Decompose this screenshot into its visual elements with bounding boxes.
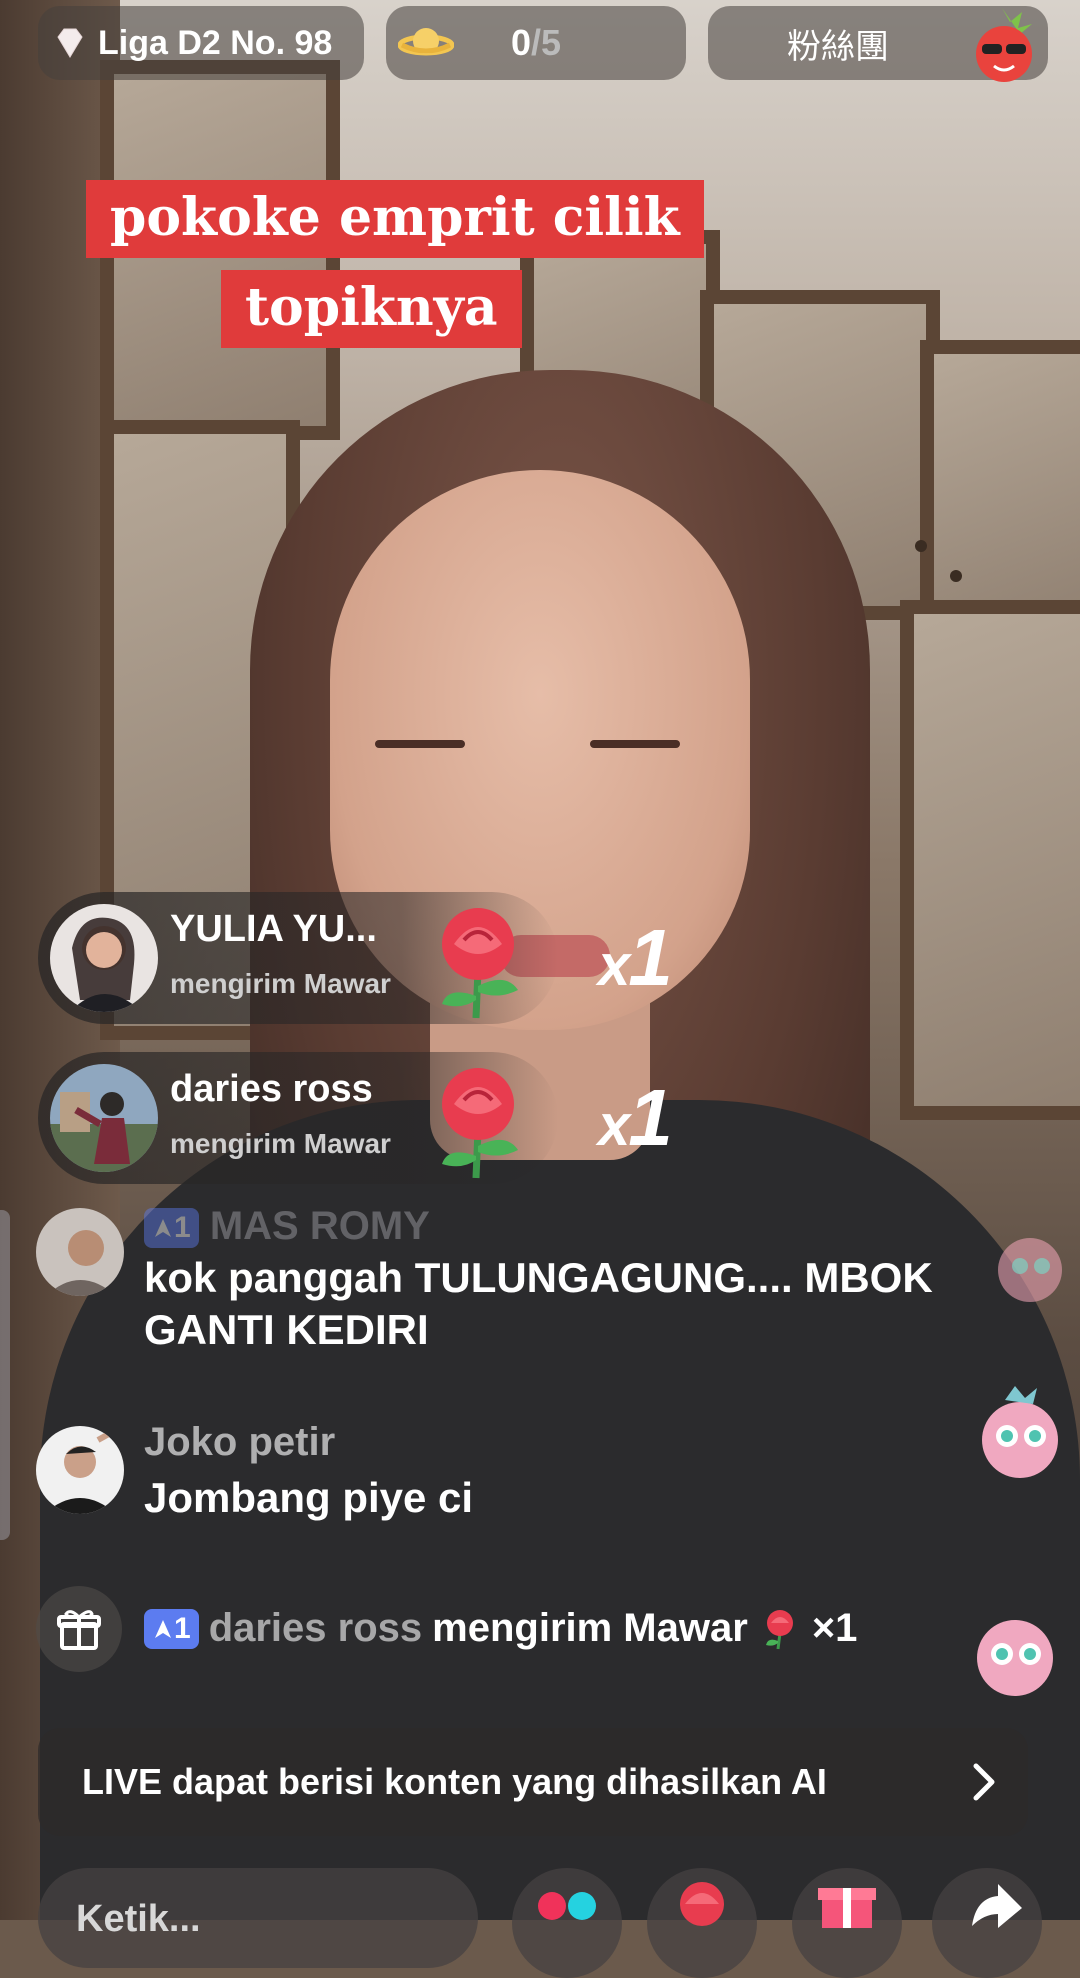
gift-icon (57, 1610, 101, 1650)
ai-content-notice[interactable]: LIVE dapat berisi konten yang dihasilkan… (38, 1728, 1028, 1836)
rose-icon (442, 908, 518, 1019)
ai-notice-text: LIVE dapat berisi konten yang dihasilkan… (82, 1761, 827, 1802)
league-label: Liga D2 No. 98 (98, 23, 333, 62)
gift-action: mengirim Mawar (170, 1128, 391, 1159)
streamer-eye-left (375, 740, 465, 748)
planet-icon (398, 28, 454, 56)
sticker-decoration (977, 1620, 1053, 1696)
rose-icon (442, 1068, 518, 1179)
rose-icon (765, 1609, 793, 1649)
gift-sender-name: daries ross (170, 1068, 373, 1110)
score-pill[interactable]: 0 / 5 (386, 6, 686, 80)
cabinet-door-4 (920, 340, 1080, 640)
fruit-mascot-avatar[interactable] (962, 4, 1044, 86)
comment-input[interactable]: Ketik... (38, 1868, 478, 1968)
share-button[interactable] (932, 1868, 1042, 1978)
avatar[interactable] (36, 1208, 124, 1296)
level-arrow-icon (155, 1619, 171, 1638)
gift-count: ×1 (811, 1606, 858, 1650)
user-level-badge: 1 (144, 1608, 199, 1649)
chevron-right-icon (973, 1763, 995, 1801)
score-current: 0 (510, 22, 531, 63)
chat-scrollbar[interactable] (0, 1210, 10, 1540)
gift-history-button[interactable] (36, 1586, 122, 1672)
dots-icon (538, 1892, 596, 1920)
league-rank-pill[interactable]: Liga D2 No. 98 (38, 6, 364, 80)
rose-gift-button[interactable] (647, 1868, 757, 1978)
user-level-badge: 1 (144, 1208, 199, 1249)
effects-button[interactable] (512, 1868, 622, 1978)
topic-line-2: topiknya (221, 270, 522, 348)
fan-club-label: 粉絲團 (787, 27, 889, 66)
score-total: 5 (541, 22, 562, 63)
fan-club-pill[interactable]: 粉絲團 (708, 6, 1048, 82)
sticker-decoration (998, 1238, 1062, 1302)
streamer-eye-right (590, 740, 680, 748)
topic-line-1: pokoke emprit cilik (86, 180, 704, 258)
gift-count: x1 (598, 913, 673, 1002)
share-icon (972, 1884, 1022, 1928)
avatar[interactable] (50, 1064, 158, 1172)
chat-username: Joko petir (144, 1420, 336, 1464)
chat-message: kok panggah TULUNGAGUNG.... MBOK GANTI K… (144, 1254, 933, 1353)
sticker-decoration (982, 1386, 1058, 1478)
level-arrow-icon (155, 1219, 171, 1238)
avatar[interactable] (50, 904, 158, 1012)
chat-username: 1 MAS ROMY (144, 1204, 430, 1249)
gift-action: mengirim Mawar (170, 968, 391, 999)
score-separator: / (530, 22, 541, 63)
gift-action: mengirim Mawar (432, 1606, 748, 1650)
cabinet-door-6 (900, 600, 1080, 1120)
gift-sender-name: YULIA YU... (170, 908, 377, 950)
rose-icon (680, 1882, 724, 1926)
gift-icon (818, 1888, 876, 1928)
cabinet-knob (915, 540, 927, 552)
avatar[interactable] (36, 1426, 124, 1514)
chat-message: Jombang piye ci (144, 1474, 474, 1521)
gift-chat-message: 1 daries ross mengirim Mawar ×1 (144, 1606, 857, 1651)
diamond-icon (57, 28, 83, 58)
gift-button[interactable] (792, 1868, 902, 1978)
cabinet-knob (950, 570, 962, 582)
gift-notification[interactable]: YULIA YU... mengirim Mawar x1 (38, 892, 673, 1024)
gift-count: x1 (598, 1073, 673, 1162)
gift-sender-name: daries ross (208, 1606, 423, 1650)
gift-notification[interactable]: daries ross mengirim Mawar x1 (38, 1052, 673, 1184)
